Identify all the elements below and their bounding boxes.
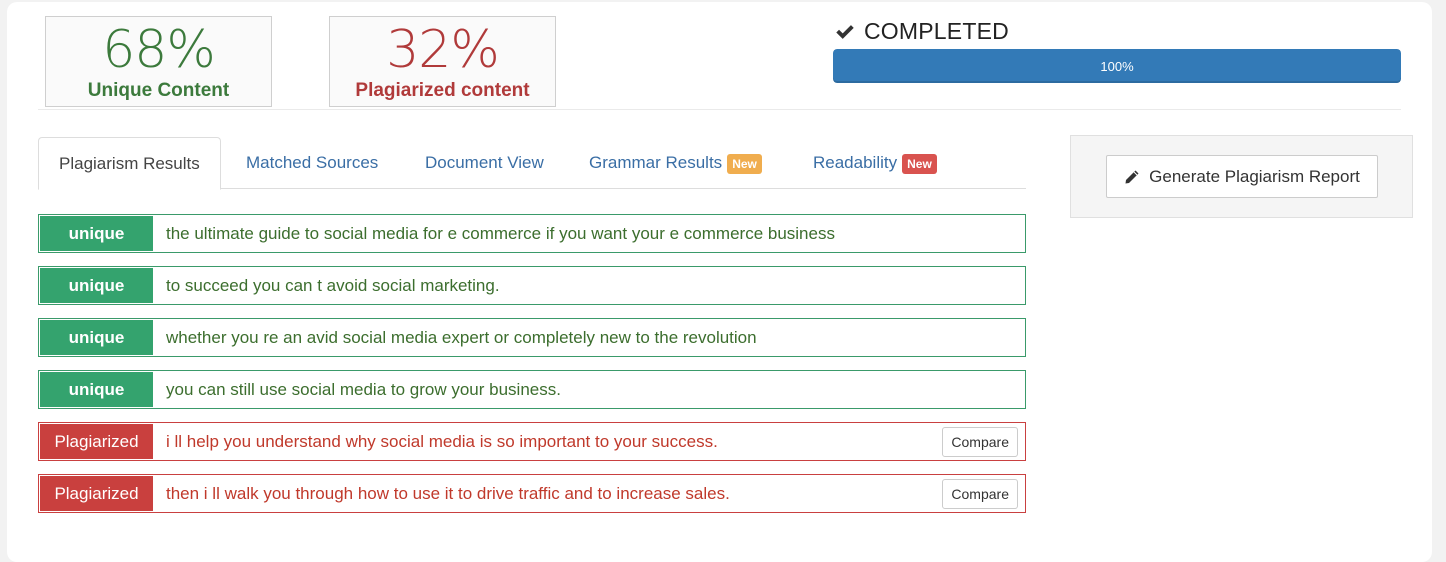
tab-document-view[interactable]: Document View [405, 137, 564, 189]
progress-fill: 100% [833, 49, 1401, 83]
sentence-text: the ultimate guide to social media for e… [166, 223, 835, 243]
tab-label: Matched Sources [246, 153, 379, 172]
plagiarized-percent: 32% [386, 20, 500, 80]
generate-report-button[interactable]: Generate Plagiarism Report [1106, 155, 1378, 198]
plagiarized-label: Plagiarized content [355, 80, 530, 101]
status-tag: unique [40, 372, 153, 407]
pencil-icon [1125, 170, 1139, 183]
result-row: unique the ultimate guide to social medi… [38, 214, 1026, 253]
plagiarized-content-stat: 32% Plagiarized content [329, 16, 556, 107]
check-icon [836, 24, 854, 39]
result-row: unique to succeed you can t avoid social… [38, 266, 1026, 305]
tab-label: Readability [813, 153, 898, 172]
divider [38, 109, 1401, 110]
new-badge: New [727, 154, 762, 174]
result-row: Plagiarized then i ll walk you through h… [38, 474, 1026, 513]
status-tag: Plagiarized [40, 424, 153, 459]
progress-label: 100% [1100, 58, 1134, 74]
compare-button[interactable]: Compare [942, 479, 1018, 509]
tab-label: Grammar Results [589, 153, 723, 172]
generate-report-label: Generate Plagiarism Report [1149, 166, 1360, 186]
tab-readability[interactable]: Readability New [793, 137, 957, 189]
compare-button[interactable]: Compare [942, 427, 1018, 457]
tab-matched-sources[interactable]: Matched Sources [226, 137, 398, 189]
sentence-text: whether you re an avid social media expe… [166, 327, 757, 347]
unique-label: Unique Content [87, 80, 230, 101]
status-heading: COMPLETED [834, 18, 1009, 45]
report-panel: Generate Plagiarism Report [1070, 135, 1413, 218]
tab-label: Plagiarism Results [59, 153, 200, 173]
progress-bar: 100% [833, 49, 1401, 83]
unique-percent: 68% [102, 20, 216, 80]
tab-plagiarism-results[interactable]: Plagiarism Results [38, 137, 221, 190]
status-tag: unique [40, 268, 153, 303]
tab-label: Document View [425, 153, 544, 172]
result-row: Plagiarized i ll help you understand why… [38, 422, 1026, 461]
sentence-text: to succeed you can t avoid social market… [166, 275, 500, 295]
result-row: unique you can still use social media to… [38, 370, 1026, 409]
status-tag: unique [40, 216, 153, 251]
results-list: unique the ultimate guide to social medi… [38, 214, 1026, 526]
tab-grammar-results[interactable]: Grammar Results New [569, 137, 782, 189]
new-badge: New [902, 154, 937, 174]
result-tabs: Plagiarism Results Matched Sources Docum… [38, 137, 1026, 190]
sentence-text: i ll help you understand why social medi… [166, 431, 718, 451]
status-tag: Plagiarized [40, 476, 153, 511]
result-row: unique whether you re an avid social med… [38, 318, 1026, 357]
unique-content-stat: 68% Unique Content [45, 16, 272, 107]
status-text: COMPLETED [864, 18, 1009, 44]
status-tag: unique [40, 320, 153, 355]
sentence-text: then i ll walk you through how to use it… [166, 483, 730, 503]
sentence-text: you can still use social media to grow y… [166, 379, 561, 399]
